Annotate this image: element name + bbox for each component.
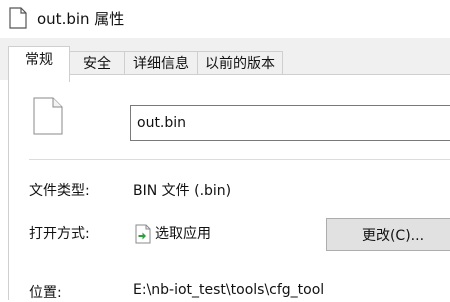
opens-with-value: 选取应用: [155, 226, 211, 242]
opens-with-label: 打开方式:: [29, 226, 90, 242]
tab-previous-versions[interactable]: 以前的版本: [197, 51, 283, 75]
blank-file-icon: [33, 97, 63, 139]
choose-app-icon: [135, 224, 151, 248]
divider: [29, 159, 450, 160]
file-name-input[interactable]: [130, 105, 450, 141]
tab-details[interactable]: 详细信息: [124, 51, 198, 75]
location-label: 位置:: [29, 285, 62, 301]
tab-general[interactable]: 常规: [8, 46, 70, 82]
location-value: E:\nb-iot_test\tools\cfg_tool: [133, 282, 325, 298]
window-title: out.bin 属性: [37, 10, 125, 28]
file-type-label: 文件类型:: [29, 183, 90, 199]
file-icon: [9, 7, 27, 33]
change-button[interactable]: 更改(C)...: [326, 218, 450, 251]
title-bar: out.bin 属性: [0, 0, 450, 38]
tab-security[interactable]: 安全: [69, 51, 125, 75]
file-type-value: BIN 文件 (.bin): [133, 183, 232, 199]
general-panel: 文件类型: BIN 文件 (.bin) 打开方式: 选取应用 更改(C)... …: [8, 74, 450, 301]
